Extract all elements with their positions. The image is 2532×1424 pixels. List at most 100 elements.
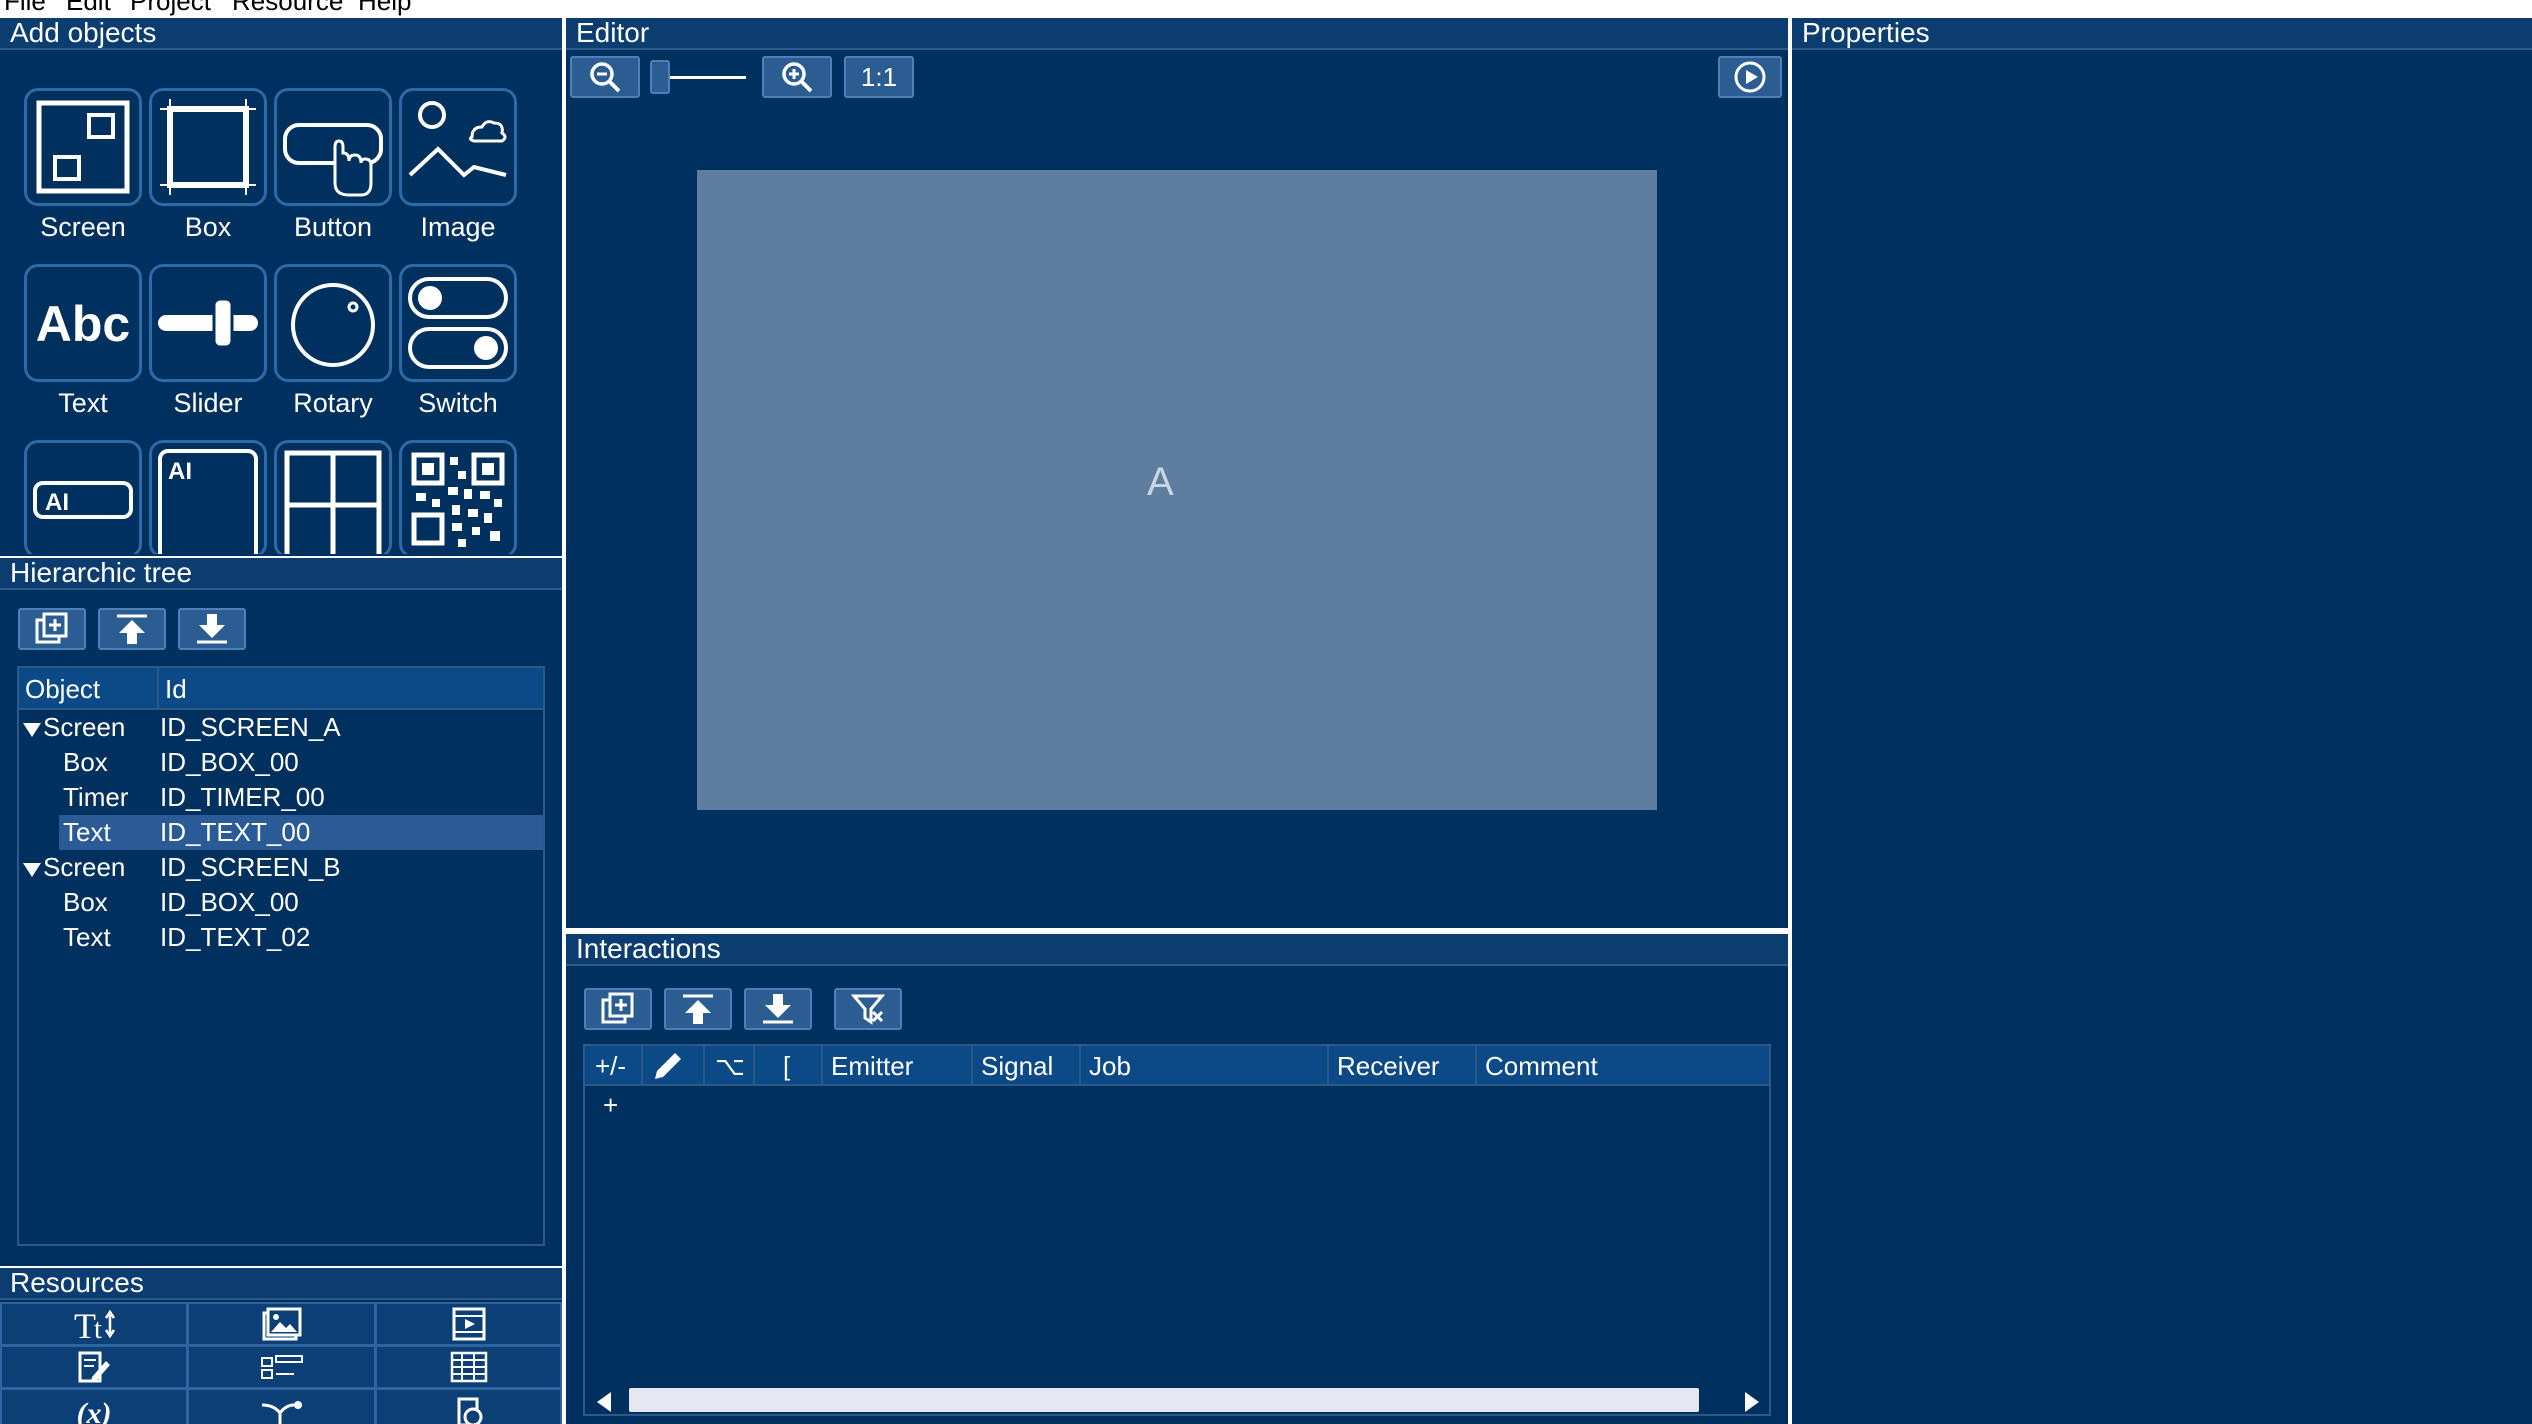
list-icon bbox=[260, 1355, 303, 1379]
col-comment[interactable]: Comment bbox=[1479, 1046, 1598, 1086]
interaction-add-button[interactable] bbox=[584, 988, 652, 1030]
tree-move-down-button[interactable] bbox=[178, 608, 246, 650]
switch-icon bbox=[408, 277, 508, 369]
interaction-move-up-button[interactable] bbox=[664, 988, 732, 1030]
ai-area-icon: AI bbox=[158, 449, 258, 554]
col-signal[interactable]: Signal bbox=[975, 1046, 1053, 1086]
shape-resource-button[interactable] bbox=[375, 1388, 562, 1424]
col-emitter[interactable]: Emitter bbox=[825, 1046, 913, 1086]
add-screen-button[interactable] bbox=[24, 88, 142, 206]
add-objects-row-3: AI AI bbox=[0, 440, 558, 554]
add-ai-field-button[interactable]: AI bbox=[24, 440, 142, 554]
expand-triangle-icon[interactable] bbox=[23, 863, 41, 877]
zoom-slider-handle[interactable] bbox=[650, 60, 670, 94]
add-text-button[interactable]: Abc bbox=[24, 264, 142, 382]
expand-triangle-icon[interactable] bbox=[23, 723, 41, 737]
pencil-icon bbox=[655, 1053, 681, 1079]
tree-row[interactable]: Timer ID_TIMER_00 bbox=[19, 780, 543, 815]
variable-icon: (x) bbox=[77, 1397, 112, 1424]
add-switch-button[interactable] bbox=[399, 264, 517, 382]
scroll-left-arrow-icon[interactable] bbox=[597, 1392, 611, 1412]
box-icon bbox=[160, 99, 256, 195]
col-option[interactable]: ⌥ bbox=[709, 1046, 745, 1086]
add-box-button[interactable] bbox=[149, 88, 267, 206]
menu-file[interactable]: File bbox=[4, 0, 46, 16]
tree-col-id[interactable]: Id bbox=[159, 668, 187, 710]
add-copy-icon bbox=[35, 612, 68, 644]
tree-row[interactable]: Text ID_TEXT_02 bbox=[19, 920, 543, 955]
connection-icon bbox=[261, 1401, 302, 1424]
add-grid-button[interactable] bbox=[274, 440, 392, 554]
table-resource-button[interactable] bbox=[375, 1345, 562, 1389]
col-receiver[interactable]: Receiver bbox=[1331, 1046, 1440, 1086]
move-up-icon bbox=[683, 994, 713, 1024]
add-switch-label: Switch bbox=[418, 388, 498, 418]
svg-text:t: t bbox=[94, 1314, 102, 1342]
button-icon bbox=[283, 123, 383, 197]
add-interaction-row[interactable]: + bbox=[603, 1090, 618, 1121]
rotary-icon bbox=[291, 283, 375, 367]
add-objects-panel: Add objects Screen Box Button Image Abc … bbox=[0, 16, 562, 554]
slider-icon bbox=[158, 297, 258, 349]
picture-resource-button[interactable] bbox=[187, 1302, 376, 1346]
zoom-reset-button[interactable]: 1:1 bbox=[844, 56, 914, 98]
connection-resource-button[interactable] bbox=[187, 1388, 376, 1424]
scroll-right-arrow-icon[interactable] bbox=[1745, 1392, 1759, 1412]
add-button-label: Button bbox=[293, 212, 373, 242]
menu-project[interactable]: Project bbox=[130, 0, 211, 16]
edit-resource-button[interactable] bbox=[0, 1345, 188, 1389]
interactions-horizontal-scrollbar[interactable] bbox=[585, 1386, 1769, 1414]
font-resource-button[interactable]: T t bbox=[0, 1302, 188, 1346]
col-edit[interactable] bbox=[645, 1046, 685, 1086]
zoom-out-icon bbox=[590, 62, 621, 93]
add-objects-title: Add objects bbox=[0, 16, 562, 50]
run-preview-button[interactable] bbox=[1718, 56, 1782, 98]
svg-text:(x): (x) bbox=[77, 1397, 112, 1424]
tree-row[interactable]: Screen ID_SCREEN_A bbox=[19, 710, 543, 745]
add-slider-button[interactable] bbox=[149, 264, 267, 382]
editor-canvas[interactable]: A bbox=[697, 170, 1657, 810]
list-resource-button[interactable] bbox=[187, 1345, 376, 1389]
menu-help[interactable]: Help bbox=[358, 0, 411, 16]
add-image-label: Image bbox=[420, 212, 496, 242]
zoom-out-button[interactable] bbox=[570, 56, 640, 98]
zoom-slider[interactable] bbox=[650, 56, 750, 98]
menu-resource[interactable]: Resource bbox=[232, 0, 343, 16]
svg-text:T: T bbox=[74, 1306, 96, 1342]
add-button-button[interactable] bbox=[274, 88, 392, 206]
tree-move-up-button[interactable] bbox=[98, 608, 166, 650]
resources-title: Resources bbox=[0, 1266, 562, 1300]
ai-field-icon: AI bbox=[33, 481, 133, 519]
tree-row[interactable]: Box ID_BOX_00 bbox=[19, 745, 543, 780]
tree-row[interactable]: Screen ID_SCREEN_B bbox=[19, 850, 543, 885]
properties-panel: Properties bbox=[1792, 16, 2532, 1424]
col-add-remove[interactable]: +/- bbox=[589, 1046, 626, 1086]
hierarchic-tree-title: Hierarchic tree bbox=[0, 556, 562, 590]
text-icon: Abc bbox=[36, 296, 130, 352]
interaction-filter-button[interactable] bbox=[834, 988, 902, 1030]
tree-row[interactable]: Box ID_BOX_00 bbox=[19, 885, 543, 920]
video-resource-button[interactable] bbox=[375, 1302, 562, 1346]
canvas-text-object[interactable]: A bbox=[1147, 460, 1174, 505]
add-ai-area-button[interactable]: AI bbox=[149, 440, 267, 554]
add-qr-code-button[interactable] bbox=[399, 440, 517, 554]
add-screen-label: Screen bbox=[40, 212, 126, 242]
add-image-button[interactable] bbox=[399, 88, 517, 206]
add-rotary-button[interactable] bbox=[274, 264, 392, 382]
tree-col-object[interactable]: Object bbox=[19, 668, 100, 710]
menu-edit[interactable]: Edit bbox=[66, 0, 111, 16]
properties-title: Properties bbox=[1792, 16, 2532, 50]
hierarchic-tree-panel: Hierarchic tree Object Id Screen ID_SCRE… bbox=[0, 556, 562, 1264]
interaction-move-down-button[interactable] bbox=[744, 988, 812, 1030]
tree-add-button[interactable] bbox=[18, 608, 86, 650]
col-bracket[interactable]: [ bbox=[777, 1046, 790, 1086]
scrollbar-thumb[interactable] bbox=[629, 1388, 1699, 1412]
variable-resource-button[interactable]: (x) bbox=[0, 1388, 188, 1424]
zoom-in-button[interactable] bbox=[762, 56, 832, 98]
menu-bar: File Edit Project Resource Help bbox=[0, 0, 2532, 16]
filter-icon bbox=[851, 994, 885, 1025]
col-job[interactable]: Job bbox=[1083, 1046, 1131, 1086]
zoom-in-icon bbox=[782, 62, 813, 93]
tree-row-selected[interactable]: Text ID_TEXT_00 bbox=[59, 815, 543, 850]
image-icon bbox=[408, 101, 507, 178]
